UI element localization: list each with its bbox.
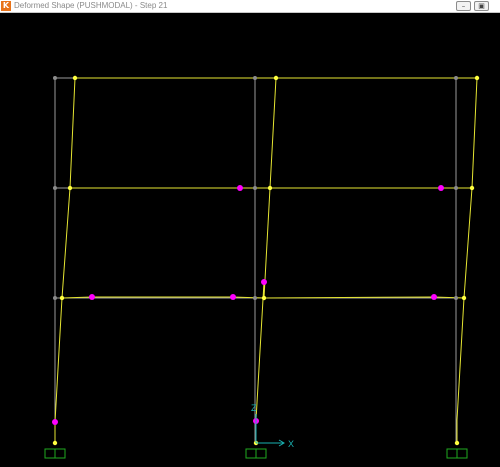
joint-marker bbox=[52, 440, 58, 446]
joint-marker bbox=[72, 75, 78, 81]
joint-marker bbox=[454, 186, 458, 190]
hinge-marker[interactable] bbox=[237, 185, 243, 191]
joint-marker bbox=[469, 185, 475, 191]
joint-marker bbox=[267, 185, 273, 191]
hinge-marker[interactable] bbox=[52, 419, 58, 425]
plastic-hinges bbox=[52, 185, 444, 425]
deformed-column bbox=[456, 77, 478, 443]
joint-marker bbox=[253, 186, 257, 190]
model-window: K Deformed Shape (PUSHMODAL) - Step 21 –… bbox=[0, 0, 500, 467]
joint-marker bbox=[474, 75, 480, 81]
hinge-marker[interactable] bbox=[438, 185, 444, 191]
model-viewport[interactable]: X Z bbox=[0, 13, 500, 467]
window-title: Deformed Shape (PUSHMODAL) - Step 21 bbox=[14, 1, 168, 10]
deformed-column bbox=[255, 77, 277, 443]
joint-marker bbox=[253, 296, 257, 300]
joint-marker bbox=[454, 76, 458, 80]
undeformed-frame bbox=[54, 77, 457, 443]
joint-marker bbox=[59, 295, 65, 301]
joint-marker bbox=[53, 186, 57, 190]
hinge-marker[interactable] bbox=[261, 279, 267, 285]
joint-marker bbox=[53, 296, 57, 300]
joint-marker bbox=[454, 296, 458, 300]
window-titlebar[interactable]: K Deformed Shape (PUSHMODAL) - Step 21 –… bbox=[0, 0, 500, 13]
fixed-support-icon bbox=[44, 448, 66, 459]
deformed-frame bbox=[54, 77, 478, 443]
hinge-marker[interactable] bbox=[431, 294, 437, 300]
joint-marker bbox=[53, 76, 57, 80]
joint-marker bbox=[273, 75, 279, 81]
joint-marker bbox=[67, 185, 73, 191]
joint-marker bbox=[253, 76, 257, 80]
minimize-button[interactable]: – bbox=[456, 1, 471, 11]
restore-button[interactable]: ▣ bbox=[474, 1, 489, 11]
hinge-marker[interactable] bbox=[89, 294, 95, 300]
axis-z-label: Z bbox=[251, 403, 257, 413]
joint-marker bbox=[461, 295, 467, 301]
joint-marker bbox=[261, 295, 267, 301]
axis-x-label: X bbox=[288, 439, 294, 449]
app-logo-icon: K bbox=[1, 1, 11, 11]
joint-marker bbox=[454, 440, 460, 446]
deformed-column bbox=[54, 77, 76, 443]
supports bbox=[44, 448, 468, 459]
fixed-support-icon bbox=[245, 448, 267, 459]
hinge-marker[interactable] bbox=[230, 294, 236, 300]
fixed-support-icon bbox=[446, 448, 468, 459]
